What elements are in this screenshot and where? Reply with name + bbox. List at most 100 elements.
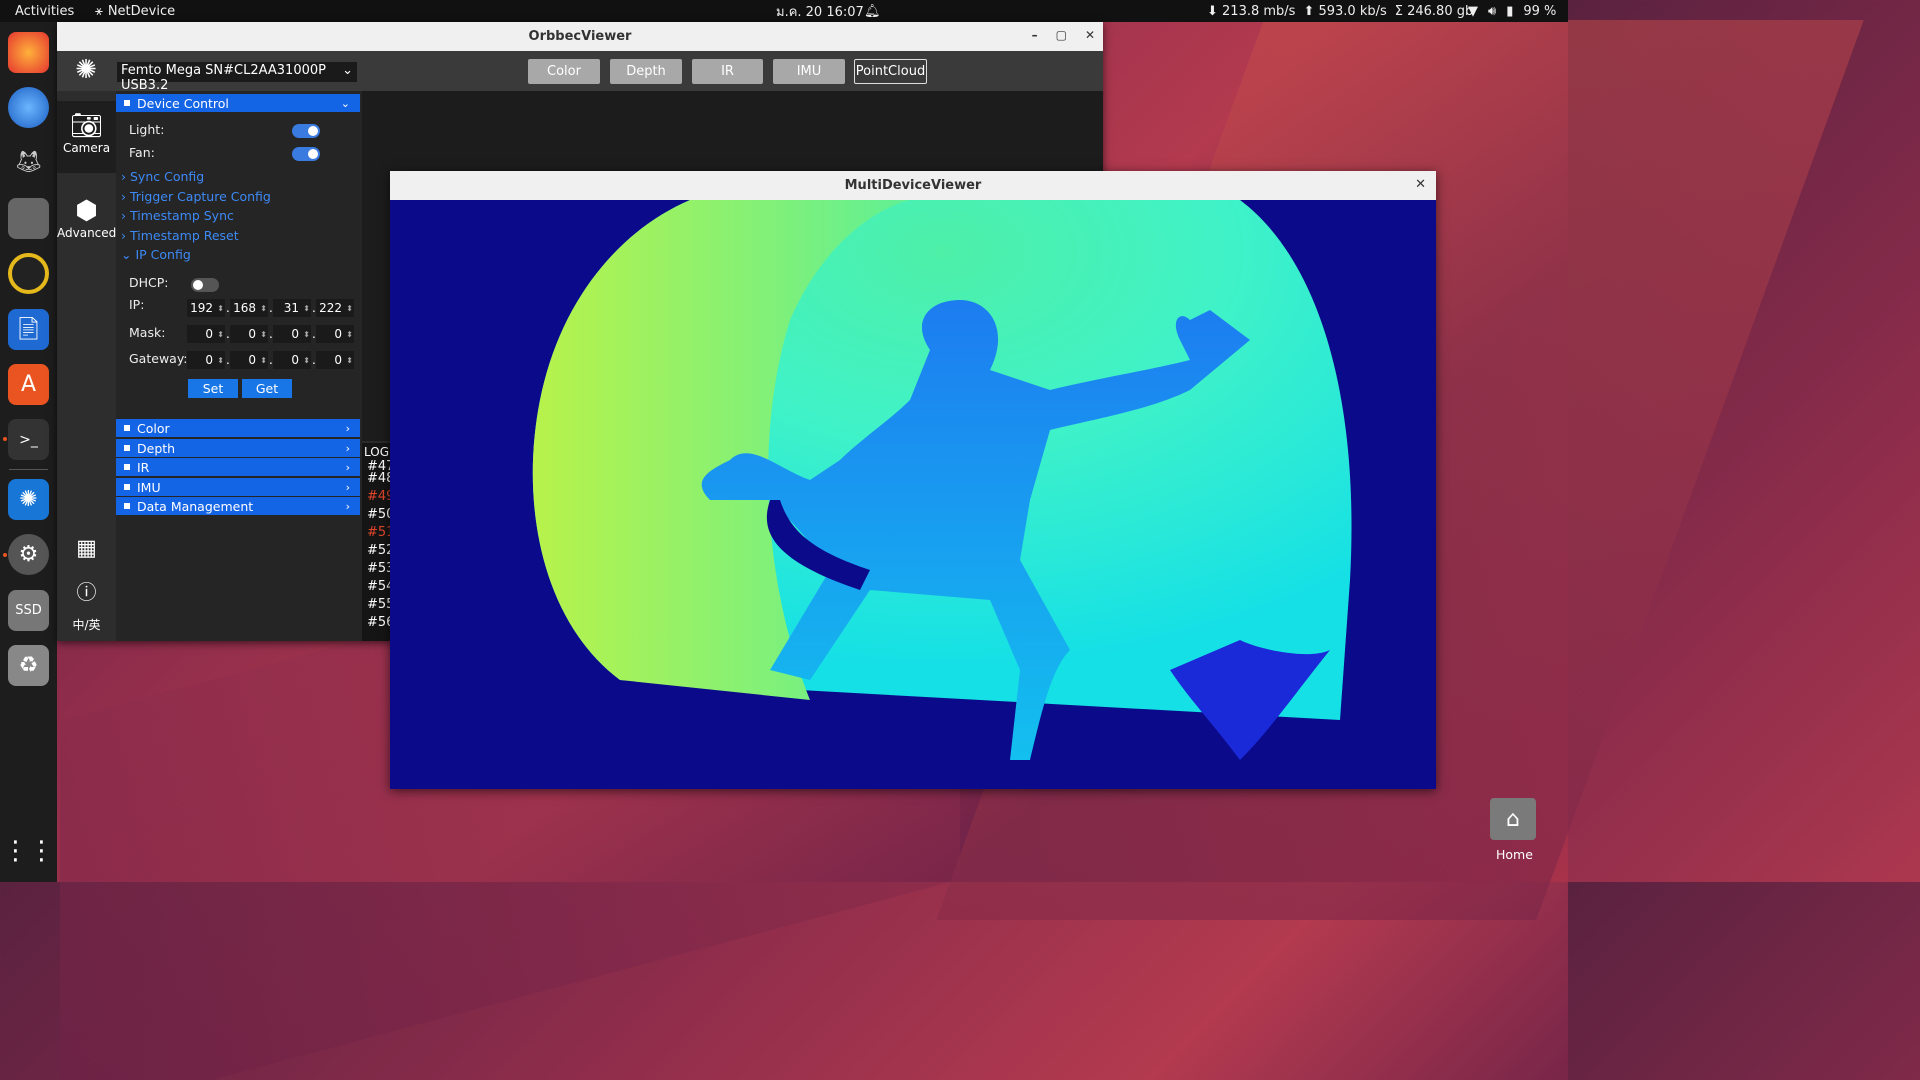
tab-ir[interactable]: IR [692, 59, 763, 84]
section-title: Device Control [137, 95, 229, 111]
gateway-octet-1[interactable]: 0 [187, 351, 225, 369]
trash-icon[interactable]: ♻ [8, 645, 49, 686]
chevron-right-icon: › [345, 460, 350, 474]
info-icon[interactable]: ⓘ [57, 576, 116, 605]
wifi-icon: ▼ [1468, 3, 1478, 19]
section-device-control[interactable]: Device Control ⌄ [116, 94, 360, 112]
language-toggle[interactable]: 中/英 [57, 616, 116, 633]
mask-octet-3[interactable]: 0 [273, 325, 311, 343]
tab-depth[interactable]: Depth [610, 59, 682, 84]
orbbec-logo-icon: ✺ [75, 55, 97, 85]
gateway-octet-4[interactable]: 0 [316, 351, 354, 369]
mask-octet-1[interactable]: 0 [187, 325, 225, 343]
ssd-drive-icon[interactable]: SSD [8, 590, 49, 631]
link-trigger-capture-config[interactable]: › Trigger Capture Config [121, 189, 271, 204]
ip-octet-3[interactable]: 31 [273, 299, 311, 317]
settings-icon[interactable]: ⚙ [8, 534, 49, 575]
close-icon[interactable]: ✕ [1085, 28, 1095, 42]
app-center-icon[interactable]: A [8, 364, 49, 405]
log-title: LOG [364, 445, 390, 459]
log-line-error: #51 [367, 525, 392, 540]
ip-octet-1[interactable]: 192 [187, 299, 225, 317]
top-bar: Activities ⚹ NetDevice ม.ค. 20 16:07 🔔︎ … [0, 0, 1568, 22]
dock: 🦊︎ 📄︎ A >_ ✺ ⚙ SSD ♻ ⋮⋮ [0, 22, 57, 882]
log-line: #52 [367, 543, 392, 558]
link-ip-config[interactable]: ⌄ IP Config [121, 247, 191, 262]
link-timestamp-reset[interactable]: › Timestamp Reset [121, 228, 239, 243]
window-title: OrbbecViewer [528, 29, 632, 44]
writer-icon[interactable]: 📄︎ [8, 309, 49, 350]
firefox-icon[interactable] [8, 32, 49, 73]
control-panel: Device Control ⌄ Light: Fan: › Sync Confi… [116, 91, 362, 641]
section-ir[interactable]: IR › [116, 458, 360, 476]
camera-icon: 📷︎ [69, 111, 103, 141]
fan-toggle[interactable] [292, 147, 320, 161]
set-button[interactable]: Set [188, 379, 238, 398]
dhcp-toggle[interactable] [191, 278, 219, 292]
section-data-management[interactable]: Data Management › [116, 497, 360, 515]
log-line-error: #49 [367, 489, 392, 504]
section-depth[interactable]: Depth › [116, 439, 360, 457]
toolbar: ✺ Femto Mega SN#CL2AA31000P USB3.2 ⌄ Col… [57, 51, 1103, 93]
clock[interactable]: ม.ค. 20 16:07 [776, 1, 864, 22]
section-title: IR [137, 459, 150, 475]
network-icon: ⚹ [95, 3, 103, 19]
mask-octet-4[interactable]: 0 [316, 325, 354, 343]
network-stats[interactable]: ⬇ 213.8 mb/s ⬆ 593.0 kb/s Σ 246.80 gb [1207, 4, 1473, 19]
gateway-octet-2[interactable]: 0 [230, 351, 268, 369]
orbbec-viewer-icon[interactable]: ✺ [8, 479, 49, 520]
close-icon[interactable]: ✕ [1415, 177, 1426, 192]
link-sync-config[interactable]: › Sync Config [121, 169, 204, 184]
tab-imu[interactable]: IMU [773, 59, 845, 84]
gateway-octet-3[interactable]: 0 [273, 351, 311, 369]
home-folder-icon[interactable]: ⌂ [1490, 798, 1536, 840]
fan-label: Fan: [129, 145, 155, 160]
ip-octet-2[interactable]: 168 [230, 299, 268, 317]
system-tray[interactable]: ▼ 🔊︎ ▮ 99 % [1468, 4, 1556, 19]
nav-camera[interactable]: 📷︎ Camera [57, 101, 116, 173]
light-toggle[interactable] [292, 124, 320, 138]
chevron-right-icon: › [345, 441, 350, 455]
log-line: #53 [367, 561, 392, 576]
ip-octet-4[interactable]: 222 [316, 299, 354, 317]
section-color[interactable]: Color › [116, 419, 360, 437]
tab-pointcloud[interactable]: PointCloud [854, 59, 927, 84]
maximize-icon[interactable]: ▢ [1056, 28, 1067, 42]
section-title: Data Management [137, 498, 254, 514]
bell-icon[interactable]: 🔔︎ [864, 4, 881, 19]
netdevice-label: NetDevice [107, 3, 176, 19]
depth-image [390, 200, 1436, 789]
gateway-label: Gateway: [129, 351, 188, 366]
log-panel: LOG #47 #48 #49 #50 #51 #52 #53 #54 #55 … [362, 443, 392, 641]
tab-color[interactable]: Color [528, 59, 600, 84]
grid-icon[interactable]: ▦ [57, 536, 116, 561]
section-imu[interactable]: IMU › [116, 478, 360, 496]
log-line: #48 [367, 471, 392, 486]
get-button[interactable]: Get [242, 379, 292, 398]
link-timestamp-sync[interactable]: › Timestamp Sync [121, 208, 234, 223]
dock-separator [9, 469, 48, 470]
log-line: #50 [367, 507, 392, 522]
gimp-icon[interactable]: 🦊︎ [8, 142, 49, 183]
netdevice-indicator[interactable]: ⚹ NetDevice [95, 4, 175, 19]
terminal-icon[interactable]: >_ [8, 419, 49, 460]
cube-icon: ⬢ [75, 196, 98, 226]
mask-octet-2[interactable]: 0 [230, 325, 268, 343]
activities-button[interactable]: Activities [15, 4, 74, 19]
thunderbird-icon[interactable] [8, 87, 49, 128]
mask-label: Mask: [129, 325, 166, 340]
files-icon[interactable] [8, 198, 49, 239]
window-titlebar[interactable]: OrbbecViewer – ▢ ✕ [57, 22, 1103, 51]
window-titlebar[interactable]: MultiDeviceViewer ✕ [390, 171, 1436, 200]
minimize-icon[interactable]: – [1032, 28, 1038, 42]
section-title: IMU [137, 479, 161, 495]
chevron-right-icon: › [345, 499, 350, 513]
chevron-down-icon: ⌄ [342, 63, 353, 78]
section-title: Depth [137, 440, 176, 456]
nav-advanced[interactable]: ⬢ Advanced [57, 196, 116, 256]
device-select[interactable]: Femto Mega SN#CL2AA31000P USB3.2 ⌄ [117, 62, 357, 93]
rhythmbox-icon[interactable] [8, 253, 49, 294]
show-apps-icon[interactable]: ⋮⋮ [3, 830, 55, 871]
download-rate: ⬇ 213.8 mb/s [1207, 3, 1296, 19]
section-title: Color [137, 420, 170, 436]
